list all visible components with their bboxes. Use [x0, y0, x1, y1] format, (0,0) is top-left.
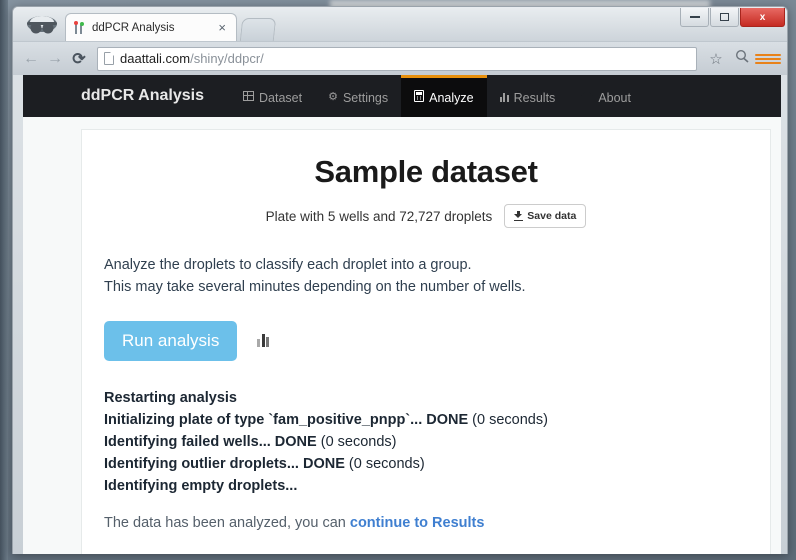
tab-title: ddPCR Analysis	[92, 21, 175, 34]
nav-item-analyze-label: Analyze	[429, 90, 474, 105]
maximize-button[interactable]	[710, 8, 739, 27]
run-analysis-row: Run analysis	[104, 320, 748, 361]
save-data-button[interactable]: Save data	[504, 204, 587, 228]
forward-button[interactable]: →	[43, 50, 67, 68]
final-status-prefix: The data has been analyzed, you can	[104, 515, 350, 532]
nav-item-about-label: About	[598, 90, 631, 105]
plate-summary-row: Plate with 5 wells and 72,727 droplets S…	[104, 204, 748, 228]
log-line-message: Identifying failed wells... DONE	[104, 434, 321, 450]
bar-chart-icon	[499, 91, 509, 105]
tab-close-icon[interactable]: ×	[214, 20, 230, 35]
browser-toolbar: ← → ⟳ daattali.com /shiny/ddpcr/ ☆	[13, 41, 787, 75]
page-viewport: ddPCR Analysis Dataset ⚙ Settings Analyz…	[23, 75, 781, 554]
bookmark-star-icon[interactable]: ☆	[703, 50, 729, 68]
log-line-message: Identifying empty droplets...	[104, 478, 298, 495]
nav-item-about[interactable]: i About	[568, 75, 644, 117]
analysis-log-line: Restarting analysis	[104, 387, 748, 409]
reload-button[interactable]: ⟳	[67, 49, 91, 69]
nav-item-analyze[interactable]: Analyze	[401, 75, 487, 117]
nav-item-dataset[interactable]: Dataset	[230, 75, 315, 117]
analysis-log-line: Identifying empty droplets...	[104, 475, 748, 497]
url-host: daattali.com	[120, 51, 191, 66]
incognito-mode-icon	[27, 16, 57, 34]
log-line-duration: (0 seconds)	[472, 411, 548, 428]
plate-info-text: Plate with 5 wells and 72,727 droplets	[265, 208, 493, 224]
window-controls: x	[679, 8, 785, 27]
log-line-message: Restarting analysis	[104, 389, 237, 406]
maximize-icon	[720, 13, 729, 21]
log-line-duration: (0 seconds)	[348, 456, 425, 473]
save-data-label: Save data	[527, 210, 577, 222]
download-icon	[514, 211, 524, 221]
back-button[interactable]: ←	[19, 50, 43, 68]
analysis-log: Restarting analysis Initializing plate of…	[104, 387, 748, 497]
final-status-message: The data has been analyzed, you can cont…	[104, 515, 748, 531]
gear-icon: ⚙	[328, 91, 338, 103]
grid-icon	[243, 91, 254, 104]
close-window-button[interactable]: x	[740, 8, 785, 27]
nav-item-results[interactable]: Results	[487, 75, 569, 117]
page-document-icon	[104, 52, 114, 65]
app-navbar: ddPCR Analysis Dataset ⚙ Settings Analyz…	[23, 75, 781, 117]
nav-item-settings[interactable]: ⚙ Settings	[315, 75, 401, 117]
run-analysis-button[interactable]: Run analysis	[104, 320, 238, 361]
chrome-menu-button[interactable]	[755, 52, 781, 66]
content-panel: Sample dataset Plate with 5 wells and 72…	[81, 129, 771, 554]
minimize-button[interactable]	[680, 8, 709, 27]
analysis-log-line: Identifying failed wells... DONE (0 seco…	[104, 431, 748, 453]
desktop-left-edge	[0, 0, 8, 560]
hamburger-icon	[755, 53, 781, 64]
new-tab-button[interactable]	[239, 18, 277, 41]
browser-window: ddPCR Analysis × x ← → ⟳ daattali.com /s…	[12, 6, 788, 554]
analysis-log-line: Identifying outlier droplets... DONE (0 …	[104, 453, 748, 475]
log-line-duration: (0 seconds)	[320, 434, 397, 450]
analyze-description-line-1: Analyze the droplets to classify each dr…	[104, 257, 472, 273]
magnifier-glyph	[735, 49, 749, 63]
search-magnifier-icon[interactable]	[729, 48, 755, 69]
info-icon: i	[581, 91, 594, 104]
analyze-description-line-2: This may take several minutes depending …	[104, 279, 526, 296]
app-brand[interactable]: ddPCR Analysis	[81, 75, 230, 117]
browser-tabstrip: ddPCR Analysis × x	[13, 7, 787, 41]
nav-item-results-label: Results	[513, 90, 556, 105]
page-title: Sample dataset	[314, 154, 538, 189]
continue-to-results-link[interactable]: continue to Results	[350, 515, 485, 531]
url-path: /shiny/ddpcr/	[190, 51, 264, 66]
ddpcr-favicon	[72, 20, 86, 35]
browser-tab[interactable]: ddPCR Analysis ×	[65, 13, 237, 41]
analysis-log-line: Initializing plate of type `fam_positive…	[104, 409, 748, 431]
log-line-message: Identifying outlier droplets... DONE	[104, 456, 349, 473]
nav-item-dataset-label: Dataset	[259, 90, 303, 105]
calculator-icon	[414, 90, 425, 105]
nav-item-settings-label: Settings	[342, 90, 389, 105]
log-line-message: Initializing plate of type `fam_positive…	[104, 411, 473, 428]
minimize-icon	[689, 16, 700, 18]
address-bar[interactable]: daattali.com /shiny/ddpcr/	[97, 46, 697, 71]
busy-progress-indicator	[257, 334, 270, 348]
